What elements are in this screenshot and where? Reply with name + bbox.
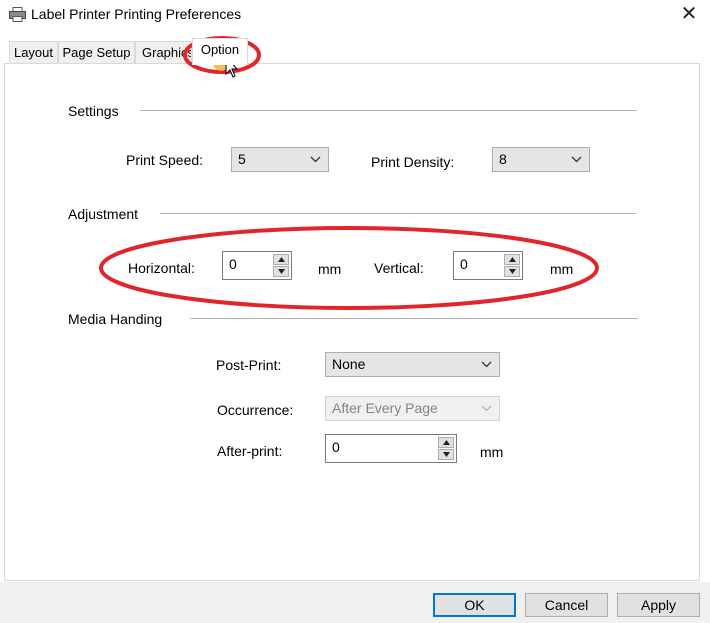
caret-down-icon <box>509 269 516 274</box>
horizontal-unit: mm <box>318 261 342 277</box>
apply-button[interactable]: Apply <box>617 593 700 617</box>
after-print-unit: mm <box>480 444 504 460</box>
adjustment-divider <box>160 213 636 214</box>
occurrence-value: After Every Page <box>332 400 438 416</box>
print-density-label: Print Density: <box>371 154 455 170</box>
post-print-value: None <box>332 356 366 372</box>
vertical-label: Vertical: <box>374 260 424 276</box>
spin-down-button[interactable] <box>438 449 454 460</box>
post-print-select[interactable]: None <box>325 352 500 377</box>
settings-divider <box>140 110 637 111</box>
horizontal-label: Horizontal: <box>128 260 195 276</box>
media-divider <box>190 318 638 319</box>
horizontal-value: 0 <box>229 256 237 272</box>
post-print-label: Post-Print: <box>216 357 282 373</box>
settings-heading: Settings <box>68 103 119 119</box>
caret-down-icon <box>278 269 285 274</box>
spin-up-button[interactable] <box>438 437 454 448</box>
caret-up-icon <box>509 257 516 262</box>
tab-graphics[interactable]: Graphics <box>135 41 192 63</box>
after-print-value: 0 <box>332 439 340 455</box>
tab-layout[interactable]: Layout <box>9 41 58 63</box>
chevron-down-icon <box>310 156 321 163</box>
print-speed-select[interactable]: 5 <box>231 147 329 172</box>
spin-down-button[interactable] <box>273 266 289 277</box>
print-speed-label: Print Speed: <box>126 152 204 168</box>
caret-up-icon <box>443 440 450 445</box>
chevron-down-icon <box>481 405 492 412</box>
tab-option[interactable]: Option <box>192 38 248 65</box>
printer-icon <box>9 7 26 22</box>
ok-button[interactable]: OK <box>433 593 516 617</box>
after-print-label: After-print: <box>217 443 283 459</box>
occurrence-select[interactable]: After Every Page <box>325 396 500 421</box>
print-density-select[interactable]: 8 <box>492 147 590 172</box>
spin-down-button[interactable] <box>504 266 520 277</box>
vertical-stepper[interactable]: 0 <box>453 251 523 280</box>
media-heading: Media Handing <box>68 311 163 327</box>
print-density-value: 8 <box>499 151 507 167</box>
caret-up-icon <box>278 257 285 262</box>
print-speed-value: 5 <box>238 151 246 167</box>
occurrence-label: Occurrence: <box>217 402 294 418</box>
vertical-unit: mm <box>550 261 574 277</box>
window-title: Label Printer Printing Preferences <box>31 6 242 22</box>
spin-up-button[interactable] <box>504 254 520 265</box>
chevron-down-icon <box>571 156 582 163</box>
cancel-button[interactable]: Cancel <box>525 593 608 617</box>
after-print-stepper[interactable]: 0 <box>325 434 457 463</box>
spin-up-button[interactable] <box>273 254 289 265</box>
vertical-value: 0 <box>460 256 468 272</box>
close-icon[interactable]: ✕ <box>676 2 702 26</box>
chevron-down-icon <box>481 361 492 368</box>
tab-page-setup[interactable]: Page Setup <box>58 41 135 63</box>
adjustment-heading: Adjustment <box>68 206 139 222</box>
horizontal-stepper[interactable]: 0 <box>222 251 292 280</box>
caret-down-icon <box>443 452 450 457</box>
